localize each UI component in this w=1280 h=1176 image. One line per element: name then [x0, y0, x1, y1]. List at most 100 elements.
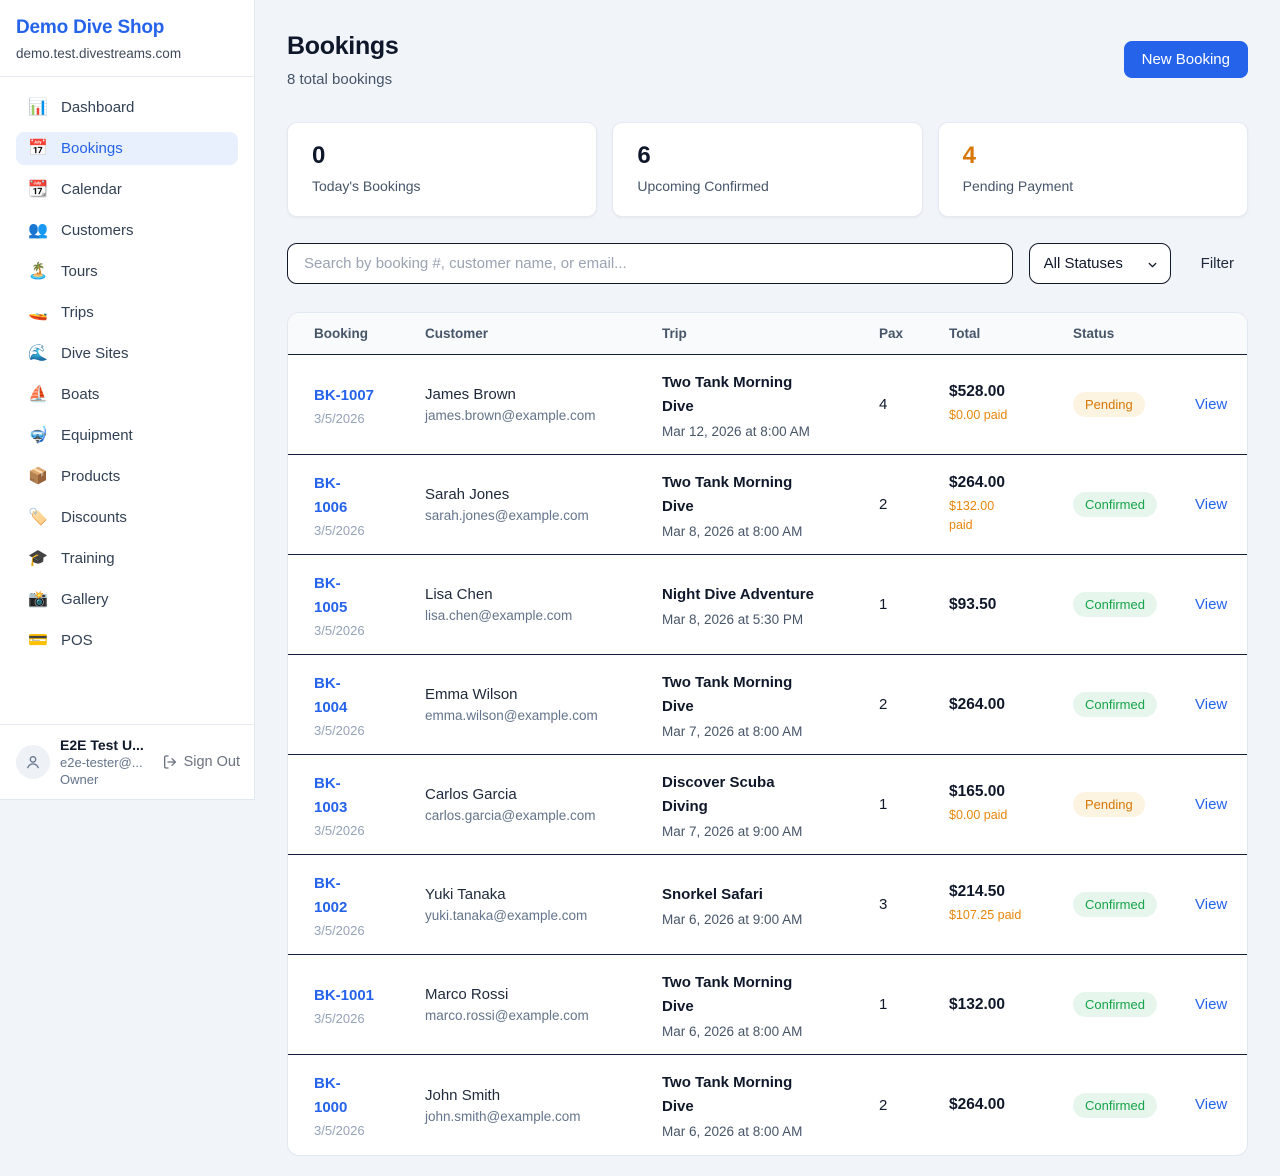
status-badge: Confirmed — [1073, 492, 1157, 517]
column-header-booking: Booking — [288, 326, 425, 341]
paid-amount: $107.25 paid — [949, 906, 1073, 925]
sign-out-label: Sign Out — [184, 754, 240, 770]
sidebar-item-label: Trips — [61, 304, 94, 321]
sidebar-item-products[interactable]: 📦 Products — [16, 460, 238, 493]
customer-name: Carlos Garcia — [425, 786, 662, 803]
sidebar-item-dive-sites[interactable]: 🌊 Dive Sites — [16, 337, 238, 370]
sidebar: Demo Dive Shop demo.test.divestreams.com… — [0, 0, 255, 800]
sidebar-item-label: Boats — [61, 386, 99, 403]
pax-count: 3 — [879, 896, 949, 913]
stat-card: 6 Upcoming Confirmed — [612, 122, 922, 217]
people-icon: 👥 — [28, 223, 48, 239]
view-link[interactable]: View — [1195, 496, 1227, 513]
search-input[interactable] — [287, 243, 1013, 284]
booking-link[interactable]: BK-1005 — [314, 575, 347, 616]
sidebar-item-tours[interactable]: 🏝️ Tours — [16, 255, 238, 288]
sidebar-item-label: Bookings — [61, 140, 123, 157]
view-link[interactable]: View — [1195, 1096, 1227, 1113]
camera-icon: 📸 — [28, 592, 48, 608]
booking-date: 3/5/2026 — [314, 1123, 425, 1138]
customer-name: Emma Wilson — [425, 686, 662, 703]
sidebar-item-calendar[interactable]: 📆 Calendar — [16, 173, 238, 206]
customer-email: sarah.jones@example.com — [425, 508, 662, 523]
brand-domain: demo.test.divestreams.com — [16, 46, 238, 61]
status-filter-select[interactable]: All Statuses — [1029, 243, 1171, 284]
customer-email: lisa.chen@example.com — [425, 608, 662, 623]
tear-off-calendar-icon: 📆 — [28, 182, 48, 198]
booking-date: 3/5/2026 — [314, 1011, 425, 1026]
page-subtitle: 8 total bookings — [287, 71, 399, 88]
table-row: BK-1005 3/5/2026 Lisa Chen lisa.chen@exa… — [288, 555, 1247, 655]
pax-count: 2 — [879, 1097, 949, 1114]
table-row: BK-1002 3/5/2026 Yuki Tanaka yuki.tanaka… — [288, 855, 1247, 955]
pax-count: 1 — [879, 796, 949, 813]
sidebar-item-label: Calendar — [61, 181, 122, 198]
trip-name: Two Tank MorningDive — [662, 471, 879, 519]
stat-value: 4 — [963, 143, 1223, 169]
filters-row: All Statuses Filter — [287, 243, 1248, 284]
sidebar-item-pos[interactable]: 💳 POS — [16, 624, 238, 657]
booking-link[interactable]: BK-1001 — [314, 987, 374, 1004]
sidebar-item-trips[interactable]: 🚤 Trips — [16, 296, 238, 329]
booking-link[interactable]: BK-1007 — [314, 387, 374, 404]
sign-out-button[interactable]: Sign Out — [162, 754, 240, 770]
table-row: BK-1001 3/5/2026 Marco Rossi marco.rossi… — [288, 955, 1247, 1055]
sidebar-item-label: Training — [61, 550, 115, 567]
sidebar-item-customers[interactable]: 👥 Customers — [16, 214, 238, 247]
status-badge: Confirmed — [1073, 1093, 1157, 1118]
trip-datetime: Mar 6, 2026 at 8:00 AM — [662, 1124, 879, 1139]
sidebar-item-dashboard[interactable]: 📊 Dashboard — [16, 91, 238, 124]
sign-out-icon — [162, 754, 178, 770]
view-link[interactable]: View — [1195, 896, 1227, 913]
status-badge: Pending — [1073, 792, 1145, 817]
status-badge: Confirmed — [1073, 992, 1157, 1017]
speedboat-icon: 🚤 — [28, 305, 48, 321]
trip-datetime: Mar 8, 2026 at 8:00 AM — [662, 524, 879, 539]
sidebar-item-discounts[interactable]: 🏷️ Discounts — [16, 501, 238, 534]
page-header: Bookings 8 total bookings New Booking — [287, 32, 1248, 88]
total-amount: $264.00 — [949, 474, 1073, 492]
status-badge: Confirmed — [1073, 592, 1157, 617]
booking-date: 3/5/2026 — [314, 723, 425, 738]
view-link[interactable]: View — [1195, 696, 1227, 713]
customer-email: james.brown@example.com — [425, 408, 662, 423]
view-link[interactable]: View — [1195, 596, 1227, 613]
view-link[interactable]: View — [1195, 996, 1227, 1013]
booking-link[interactable]: BK-1006 — [314, 475, 347, 516]
total-amount: $264.00 — [949, 1096, 1073, 1114]
booking-link[interactable]: BK-1003 — [314, 775, 347, 816]
status-filter: All Statuses — [1029, 243, 1171, 284]
sidebar-item-bookings[interactable]: 📅 Bookings — [16, 132, 238, 165]
stats-row: 0 Today's Bookings 6 Upcoming Confirmed … — [287, 122, 1248, 217]
view-link[interactable]: View — [1195, 796, 1227, 813]
trip-name: Night Dive Adventure — [662, 583, 879, 607]
sidebar-item-gallery[interactable]: 📸 Gallery — [16, 583, 238, 616]
sidebar-item-equipment[interactable]: 🤿 Equipment — [16, 419, 238, 452]
customer-email: john.smith@example.com — [425, 1109, 662, 1124]
new-booking-button[interactable]: New Booking — [1124, 41, 1248, 78]
stat-label: Today's Bookings — [312, 178, 572, 194]
sidebar-item-boats[interactable]: ⛵ Boats — [16, 378, 238, 411]
stat-label: Upcoming Confirmed — [637, 178, 897, 194]
customer-email: yuki.tanaka@example.com — [425, 908, 662, 923]
pax-count: 4 — [879, 396, 949, 413]
trip-name: Two Tank MorningDive — [662, 971, 879, 1019]
booking-link[interactable]: BK-1004 — [314, 675, 347, 716]
booking-date: 3/5/2026 — [314, 823, 425, 838]
view-link[interactable]: View — [1195, 396, 1227, 413]
total-amount: $93.50 — [949, 596, 1073, 614]
booking-link[interactable]: BK-1000 — [314, 1075, 347, 1116]
paid-amount: $0.00 paid — [949, 406, 1073, 425]
booking-link[interactable]: BK-1002 — [314, 875, 347, 916]
sidebar-item-label: Dive Sites — [61, 345, 129, 362]
filter-button[interactable]: Filter — [1195, 254, 1240, 273]
trip-datetime: Mar 12, 2026 at 8:00 AM — [662, 424, 879, 439]
graduation-cap-icon: 🎓 — [28, 551, 48, 567]
sidebar-item-training[interactable]: 🎓 Training — [16, 542, 238, 575]
table-row: BK-1000 3/5/2026 John Smith john.smith@e… — [288, 1055, 1247, 1155]
trip-datetime: Mar 8, 2026 at 5:30 PM — [662, 612, 879, 627]
status-badge: Confirmed — [1073, 692, 1157, 717]
user-name: E2E Test U... — [60, 737, 144, 753]
column-header-status: Status — [1073, 326, 1195, 341]
customer-name: Marco Rossi — [425, 986, 662, 1003]
